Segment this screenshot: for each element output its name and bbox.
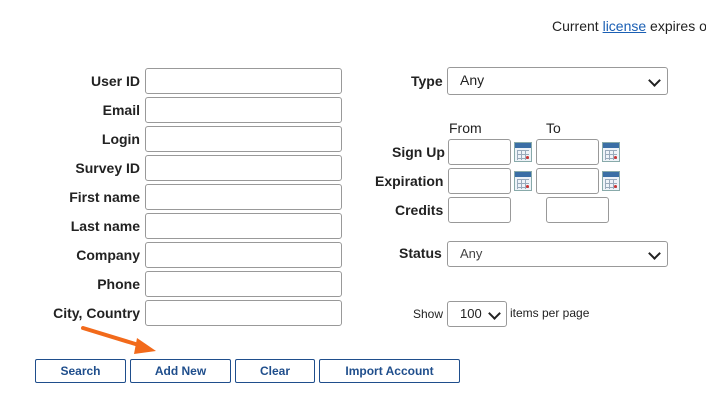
search-button[interactable]: Search: [35, 359, 126, 383]
login-label: Login: [101, 131, 140, 147]
calendar-icon[interactable]: [514, 142, 532, 162]
page-size-value: 100: [460, 306, 482, 321]
expiration-label: Expiration: [375, 173, 444, 189]
clear-button[interactable]: Clear: [235, 359, 315, 383]
chevron-down-icon: [488, 307, 501, 320]
from-header: From: [449, 120, 482, 136]
phone-input[interactable]: [145, 271, 342, 297]
license-suffix: expires o: [646, 18, 706, 34]
sign-up-from-input[interactable]: [448, 139, 511, 165]
expiration-to-input[interactable]: [536, 168, 599, 194]
calendar-icon[interactable]: [602, 171, 620, 191]
sign-up-to-input[interactable]: [536, 139, 599, 165]
add-new-button[interactable]: Add New: [130, 359, 231, 383]
show-label: Show: [413, 307, 444, 321]
type-label: Type: [411, 73, 443, 89]
first-name-input[interactable]: [145, 184, 342, 210]
credits-to-input[interactable]: [546, 197, 609, 223]
status-label: Status: [399, 245, 442, 261]
expiration-from-input[interactable]: [448, 168, 511, 194]
license-notice: Current license expires o: [552, 18, 706, 34]
license-prefix: Current: [552, 18, 603, 34]
type-select-value: Any: [460, 72, 485, 88]
to-header: To: [546, 120, 561, 136]
email-label: Email: [102, 102, 140, 118]
license-link[interactable]: license: [603, 18, 647, 34]
chevron-down-icon: [648, 74, 661, 87]
user-id-input[interactable]: [145, 68, 342, 94]
email-input[interactable]: [145, 97, 342, 123]
phone-label: Phone: [97, 276, 140, 292]
type-select[interactable]: Any: [447, 67, 668, 95]
arrow-annotation-icon: [81, 326, 156, 354]
status-select[interactable]: Any: [447, 241, 668, 267]
survey-id-input[interactable]: [145, 155, 342, 181]
survey-id-label: Survey ID: [75, 160, 140, 176]
calendar-icon[interactable]: [514, 171, 532, 191]
login-input[interactable]: [145, 126, 342, 152]
import-account-button[interactable]: Import Account: [319, 359, 460, 383]
user-id-label: User ID: [90, 73, 140, 89]
last-name-label: Last name: [70, 218, 140, 234]
credits-label: Credits: [395, 202, 444, 218]
credits-from-input[interactable]: [448, 197, 511, 223]
first-name-label: First name: [69, 189, 140, 205]
sign-up-label: Sign Up: [392, 144, 445, 160]
status-select-value: Any: [460, 246, 483, 261]
items-per-page-label: items per page: [510, 306, 590, 320]
last-name-input[interactable]: [145, 213, 342, 239]
chevron-down-icon: [648, 247, 661, 260]
company-label: Company: [76, 247, 140, 263]
company-input[interactable]: [145, 242, 342, 268]
calendar-icon[interactable]: [602, 142, 620, 162]
city-country-input[interactable]: [145, 300, 342, 326]
page-size-select[interactable]: 100: [447, 301, 507, 327]
